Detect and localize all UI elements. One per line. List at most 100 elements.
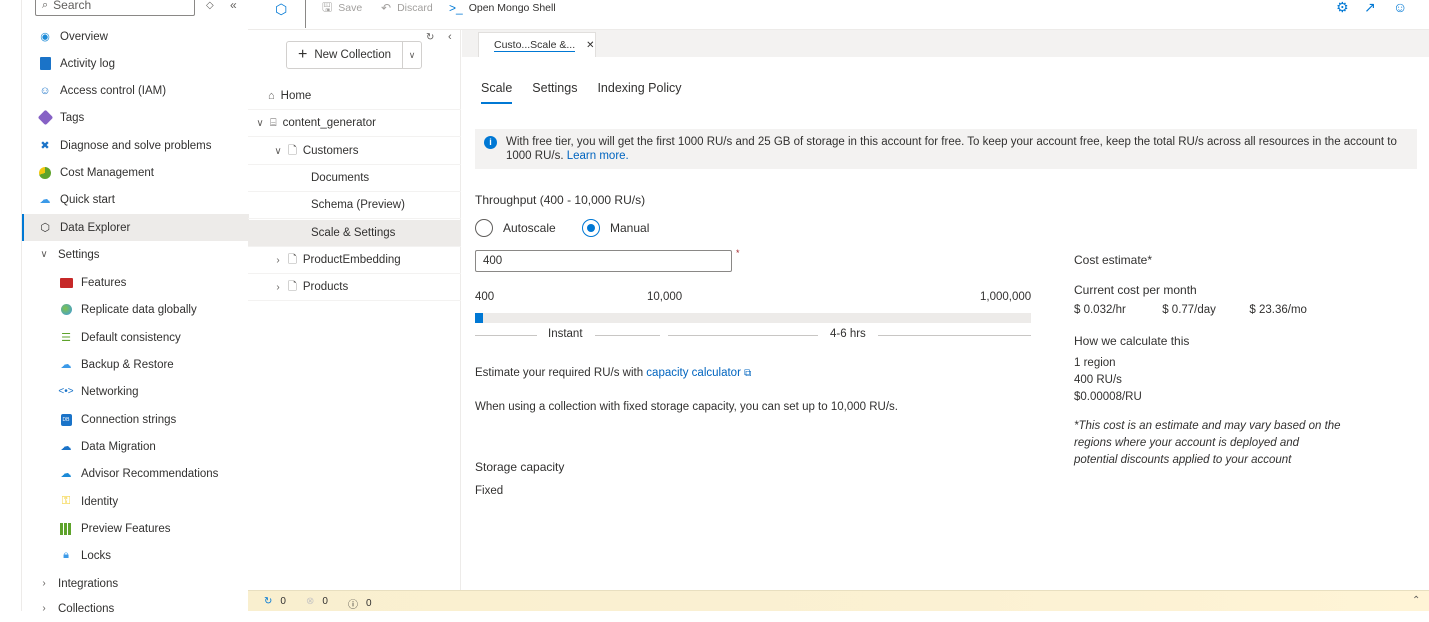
radio-label: Manual [610,221,650,235]
menu-item-replicate[interactable]: Replicate data globally [22,296,249,323]
menu-item-backup-restore[interactable]: ☁ Backup & Restore [22,351,249,378]
tree-label: Home [280,90,312,102]
capacity-estimate-text: Estimate your required RU/s with capacit… [475,367,751,379]
menu-item-label: Replicate data globally [81,303,197,316]
tree-label: Documents [311,172,370,184]
chevron-down-icon: ∨ [40,249,48,260]
iam-people-icon: ☺ [39,84,51,97]
tree-label: content_generator [282,117,376,129]
key-icon: ⚿ [61,495,71,507]
refresh-icon[interactable]: ↻ [426,32,434,43]
capacity-calculator-link[interactable]: capacity calculator [646,367,741,379]
calc-regions: 1 region [1074,357,1116,369]
subtab-scale[interactable]: Scale [481,81,513,104]
menu-item-activity-log[interactable]: Activity log [22,50,249,77]
notification-status-bar[interactable]: ↻ 0 ⊗ 0 ⓘ 0 ⌃ [248,590,1429,611]
open-mongo-shell-button[interactable]: >_ Open Mongo Shell [449,0,556,16]
scale-mid-label: 10,000 [647,291,683,303]
menu-item-connection-strings[interactable]: DB Connection strings [22,406,249,433]
settings-gear-icon[interactable]: ⚙ [1336,0,1349,16]
double-chevron-left-icon[interactable]: « [230,0,237,12]
tab-scale-settings[interactable]: Custo...Scale &... ✕ [478,32,596,57]
chevron-right-icon: › [42,603,46,614]
menu-item-data-migration[interactable]: ☁ Data Migration [22,433,249,460]
network-icon: <•> [58,386,74,397]
menu-item-advisor[interactable]: ☁ Advisor Recommendations [22,460,249,487]
feedback-smiley-icon[interactable]: ☺ [1393,0,1407,15]
cost-daily: $ 0.77/day [1162,304,1216,316]
in-progress-icon: ↻ [264,596,273,607]
new-collection-button[interactable]: + New Collection ∨ [286,41,422,69]
menu-item-preview-features[interactable]: Preview Features [22,515,249,542]
menu-item-identity[interactable]: ⚿ Identity [22,488,249,515]
menu-item-locks[interactable]: 🔒︎ Locks [22,542,249,569]
save-button[interactable]: 🖫︎ Save [322,0,362,16]
info-count[interactable]: ⓘ 0 [348,596,372,611]
settings-subtabs: Scale Settings Indexing Policy [481,81,702,104]
calc-rate: $0.00008/RU [1074,391,1142,403]
menu-item-access-control[interactable]: ☺ Access control (IAM) [22,77,249,104]
tree-collection-productembedding[interactable]: › 🗋︎ ProductEmbedding [248,247,461,274]
menu-item-label: Networking [81,385,139,398]
new-collection-dropdown-icon[interactable]: ∨ [403,50,421,61]
menu-item-overview[interactable]: ◉ Overview [22,23,249,50]
discard-button[interactable]: ↶ Discard [381,0,433,16]
error-icon: ⊗ [306,596,315,607]
collection-icon: 🗋︎ [288,144,297,157]
tree-scale-settings[interactable]: Scale & Settings [248,220,461,247]
collapse-toggle-icon[interactable]: ◇ [206,0,214,11]
info-icon: i [484,136,497,149]
instant-label: Instant [548,328,583,340]
error-count[interactable]: ⊗ 0 [306,596,328,607]
menu-item-diagnose[interactable]: ✖ Diagnose and solve problems [22,132,249,159]
tree-label: Scale & Settings [311,227,396,239]
menu-group-integrations[interactable]: › Integrations [22,570,249,597]
collapse-tree-icon[interactable]: ‹ [448,31,452,43]
tree-documents[interactable]: Documents [248,165,461,192]
free-tier-info-bar: i With free tier, you will get the first… [475,129,1417,169]
throughput-slider[interactable] [475,313,1031,323]
menu-item-label: Locks [81,549,112,562]
manual-radio[interactable]: Manual [582,219,649,237]
subtab-indexing-policy[interactable]: Indexing Policy [597,81,681,104]
required-asterisk: * [736,248,740,258]
menu-item-networking[interactable]: <•> Networking [22,378,249,405]
resource-menu: ⌕ Search ◇ « ◉ Overview Activity log ☺ A… [21,0,249,615]
menu-item-label: Backup & Restore [81,358,174,371]
tree-collection-products[interactable]: › 🗋︎ Products [248,274,461,301]
in-progress-count[interactable]: ↻ 0 [264,596,286,607]
scale-settings-panel: Scale Settings Indexing Policy i With fr… [462,57,1429,590]
cloud-icon: ☁ [39,194,51,206]
open-new-window-icon[interactable]: ↗ [1364,0,1376,16]
menu-item-quick-start[interactable]: ☁ Quick start [22,186,249,213]
menu-group-settings[interactable]: ∨ Settings [22,241,249,268]
menu-item-data-explorer[interactable]: ⬡ Data Explorer [22,214,249,241]
tree-collection-customers[interactable]: ∨ 🗋︎ Customers [248,138,461,165]
plus-icon: + [297,46,308,63]
expand-chevron-up-icon[interactable]: ⌃ [1412,595,1420,606]
tree-home[interactable]: ⌂ Home [248,83,461,110]
new-collection-main[interactable]: + New Collection [287,42,403,68]
menu-item-tags[interactable]: Tags [22,104,249,131]
collection-icon: 🗋︎ [288,253,297,266]
tree-schema[interactable]: Schema (Preview) [248,192,461,219]
menu-item-label: Default consistency [81,331,181,344]
menu-item-label: Features [81,276,127,289]
subtab-settings[interactable]: Settings [532,81,577,104]
menu-item-label: Data Explorer [60,221,131,234]
save-label: Save [338,2,363,14]
autoscale-radio[interactable]: Autoscale [475,219,556,237]
menu-search-input[interactable]: ⌕ Search [35,0,195,16]
menu-item-label: Access control (IAM) [60,84,167,97]
menu-group-collections[interactable]: › Collections [22,595,249,622]
close-tab-icon[interactable]: ✕ [586,40,594,51]
learn-more-link[interactable]: Learn more. [567,150,629,162]
menu-item-default-consistency[interactable]: ☰ Default consistency [22,324,249,351]
tree-database[interactable]: ∨ ⌸ content_generator [248,110,461,137]
menu-item-cost-management[interactable]: Cost Management [22,159,249,186]
hours-line-left [668,335,818,336]
cost-estimate-title: Cost estimate* [1074,253,1153,267]
search-placeholder: Search [53,0,92,12]
menu-item-features[interactable]: Features [22,269,249,296]
throughput-input[interactable]: 400 [475,250,732,272]
